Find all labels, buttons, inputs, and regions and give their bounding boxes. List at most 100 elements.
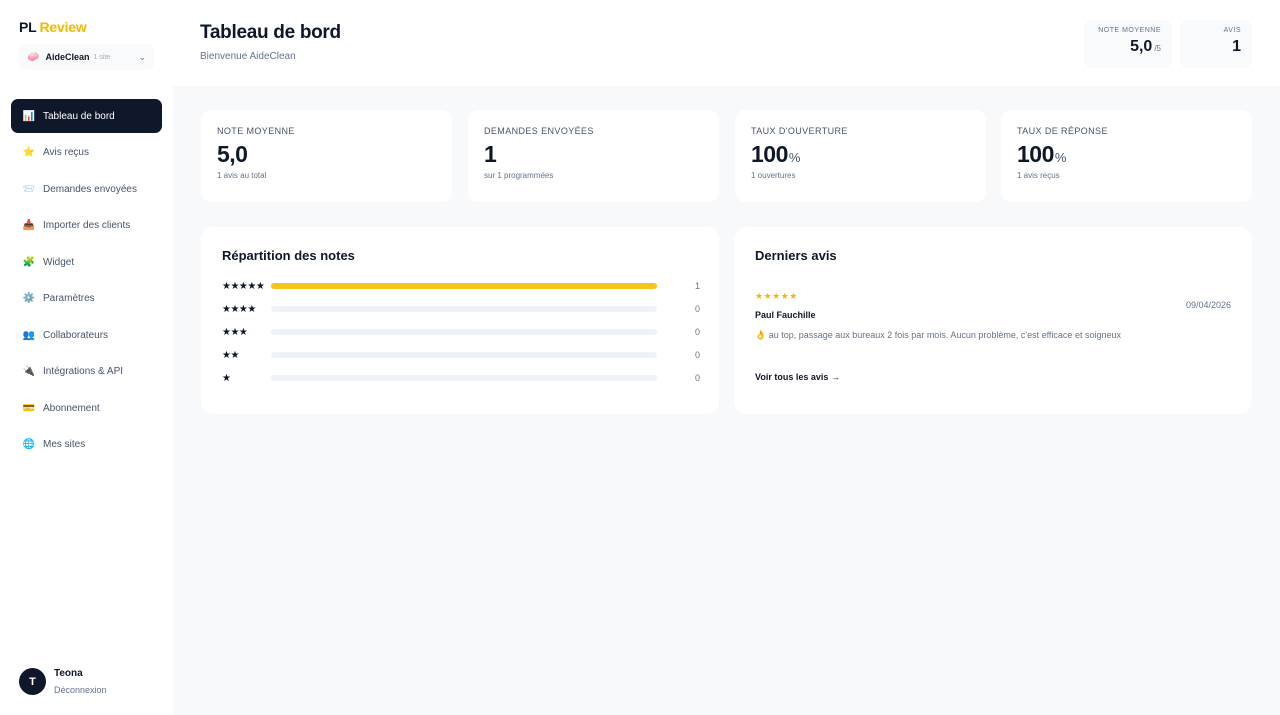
sidebar-item-requests[interactable]: 📨 Demandes envoyées [11,172,162,206]
site-icon: 🧼 [27,51,40,63]
sidebar-item-widget[interactable]: 🧩 Widget [11,245,162,279]
distribution-count: 0 [694,373,700,383]
site-name: AideClean [45,52,90,62]
star-rating-icon: ★ [222,372,231,384]
kpi-card-requests: DEMANDES ENVOYÉES 1 sur 1 programmées [468,110,719,202]
sidebar-item-integrations[interactable]: 🔌 Intégrations & API [11,355,162,389]
kpi-value: 5,0 [217,141,248,167]
logo-pl: PL [19,19,37,35]
kpi-subtext: 1 ouvertures [751,171,796,180]
sidebar-item-reviews[interactable]: ⭐ Avis reçus [11,136,162,170]
distribution-bar-track [271,283,657,289]
envelope-icon: 📨 [22,183,36,195]
star-rating-icon: ★★★★ [222,303,256,315]
star-rating-icon: ★★★★★ [222,280,265,292]
rating-distribution-panel: Répartition des notes ★★★★★ 1 ★★★★ 0 ★★★… [201,227,719,414]
distribution-count: 0 [694,304,700,314]
sidebar-item-sites[interactable]: 🌐 Mes sites [11,428,162,462]
kpi-card-response-rate: TAUX DE RÉPONSE 100% 1 avis reçus [1001,110,1252,202]
panel-title: Derniers avis [755,248,837,263]
sidebar-item-label: Abonnement [43,402,100,414]
header-stat-label: AVIS [1223,27,1241,34]
inbox-icon: 📥 [22,220,36,231]
kpi-label: TAUX D'OUVERTURE [751,126,848,136]
kpi-label: NOTE MOYENNE [217,126,295,136]
kpi-label: DEMANDES ENVOYÉES [484,126,594,136]
header-stat-value: 5,0/5 [1130,38,1161,55]
header-stat-label: NOTE MOYENNE [1098,27,1161,34]
sidebar: PL Review 🧼 AideClean 1 site ⌄ 📊 Tableau d… [0,0,173,715]
kpi-subtext: 1 avis reçus [1017,171,1060,180]
sidebar-item-collaborators[interactable]: 👥 Collaborateurs [11,318,162,352]
sidebar-item-subscription[interactable]: 💳 Abonnement [11,391,162,425]
globe-icon: 🌐 [22,439,36,450]
credit-card-icon: 💳 [22,402,36,414]
kpi-value: 1 [484,141,497,167]
latest-reviews-panel: Derniers avis ★★★★★ 09/04/2026 Paul Fauc… [734,227,1252,414]
sidebar-item-label: Widget [43,256,75,268]
distribution-bar-fill [271,283,657,289]
chart-icon: 📊 [22,110,36,122]
sidebar-nav: 📊 Tableau de bord ⭐ Avis reçus 📨 Demandes e… [11,99,162,464]
kpi-value: 100% [1017,141,1066,167]
app-logo[interactable]: PL Review [19,19,87,35]
review-text: 👌 au top, passage aux bureaux 2 fois par… [755,330,1121,340]
distribution-bar-track [271,352,657,358]
header-stat-value: 1 [1232,38,1241,55]
sidebar-item-dashboard[interactable]: 📊 Tableau de bord [11,99,162,133]
site-count: 1 site [93,53,111,61]
logout-link[interactable]: Déconnexion [54,685,107,695]
header-stat-average: NOTE MOYENNE 5,0/5 [1084,20,1172,68]
kpi-value: 100% [751,141,800,167]
sidebar-item-label: Mes sites [43,439,86,450]
sidebar-item-label: Importer des clients [43,220,131,231]
avatar[interactable]: T [19,668,46,695]
sidebar-item-label: Tableau de bord [43,110,115,122]
puzzle-icon: 🧩 [22,256,36,268]
kpi-subtext: sur 1 programmées [484,171,554,180]
distribution-count: 0 [694,350,700,360]
page-subtitle: Bienvenue AideClean [200,51,296,62]
page-title: Tableau de bord [200,22,341,43]
sidebar-item-import[interactable]: 📥 Importer des clients [11,209,162,243]
chevron-down-icon: ⌄ [138,51,146,62]
distribution-count: 1 [694,281,700,291]
star-rating-icon: ★★★★★ [755,291,798,301]
review-date: 09/04/2026 [1185,300,1231,310]
distribution-row-4: ★★★★ 0 [222,303,700,315]
kpi-label: TAUX DE RÉPONSE [1017,126,1108,136]
plug-icon: 🔌 [22,366,36,377]
distribution-bar-track [271,306,657,312]
distribution-count: 0 [694,327,700,337]
sidebar-item-label: Collaborateurs [43,329,109,341]
distribution-row-3: ★★★ 0 [222,326,700,338]
kpi-card-average: NOTE MOYENNE 5,0 1 avis au total [201,110,452,202]
sidebar-item-label: Avis reçus [43,147,89,158]
star-icon: ⭐ [22,147,36,158]
logo-review: Review [39,19,87,35]
kpi-subtext: 1 avis au total [217,171,267,180]
header-stat-reviews: AVIS 1 [1180,20,1252,68]
kpi-card-open-rate: TAUX D'OUVERTURE 100% 1 ouvertures [735,110,986,202]
page-header: Tableau de bord Bienvenue AideClean NOTE… [173,0,1280,86]
see-all-reviews-link[interactable]: Voir tous les avis → [755,372,840,382]
review-author: Paul Fauchille [755,310,816,320]
star-rating-icon: ★★ [222,349,239,361]
gear-icon: ⚙️ [22,293,36,304]
sidebar-item-settings[interactable]: ⚙️ Paramètres [11,282,162,316]
site-selector[interactable]: 🧼 AideClean 1 site ⌄ [19,44,154,70]
distribution-bar-track [271,375,657,381]
users-icon: 👥 [22,329,36,341]
user-info: Teona Déconnexion [54,668,107,695]
distribution-row-5: ★★★★★ 1 [222,280,700,292]
sidebar-item-label: Paramètres [43,293,95,304]
user-block: T Teona Déconnexion [19,668,107,695]
distribution-row-2: ★★ 0 [222,349,700,361]
star-rating-icon: ★★★ [222,326,248,338]
sidebar-item-label: Demandes envoyées [43,183,137,195]
sidebar-item-label: Intégrations & API [43,366,124,377]
user-name: Teona [54,668,83,679]
distribution-bar-track [271,329,657,335]
panel-title: Répartition des notes [222,248,355,263]
distribution-row-1: ★ 0 [222,372,700,384]
